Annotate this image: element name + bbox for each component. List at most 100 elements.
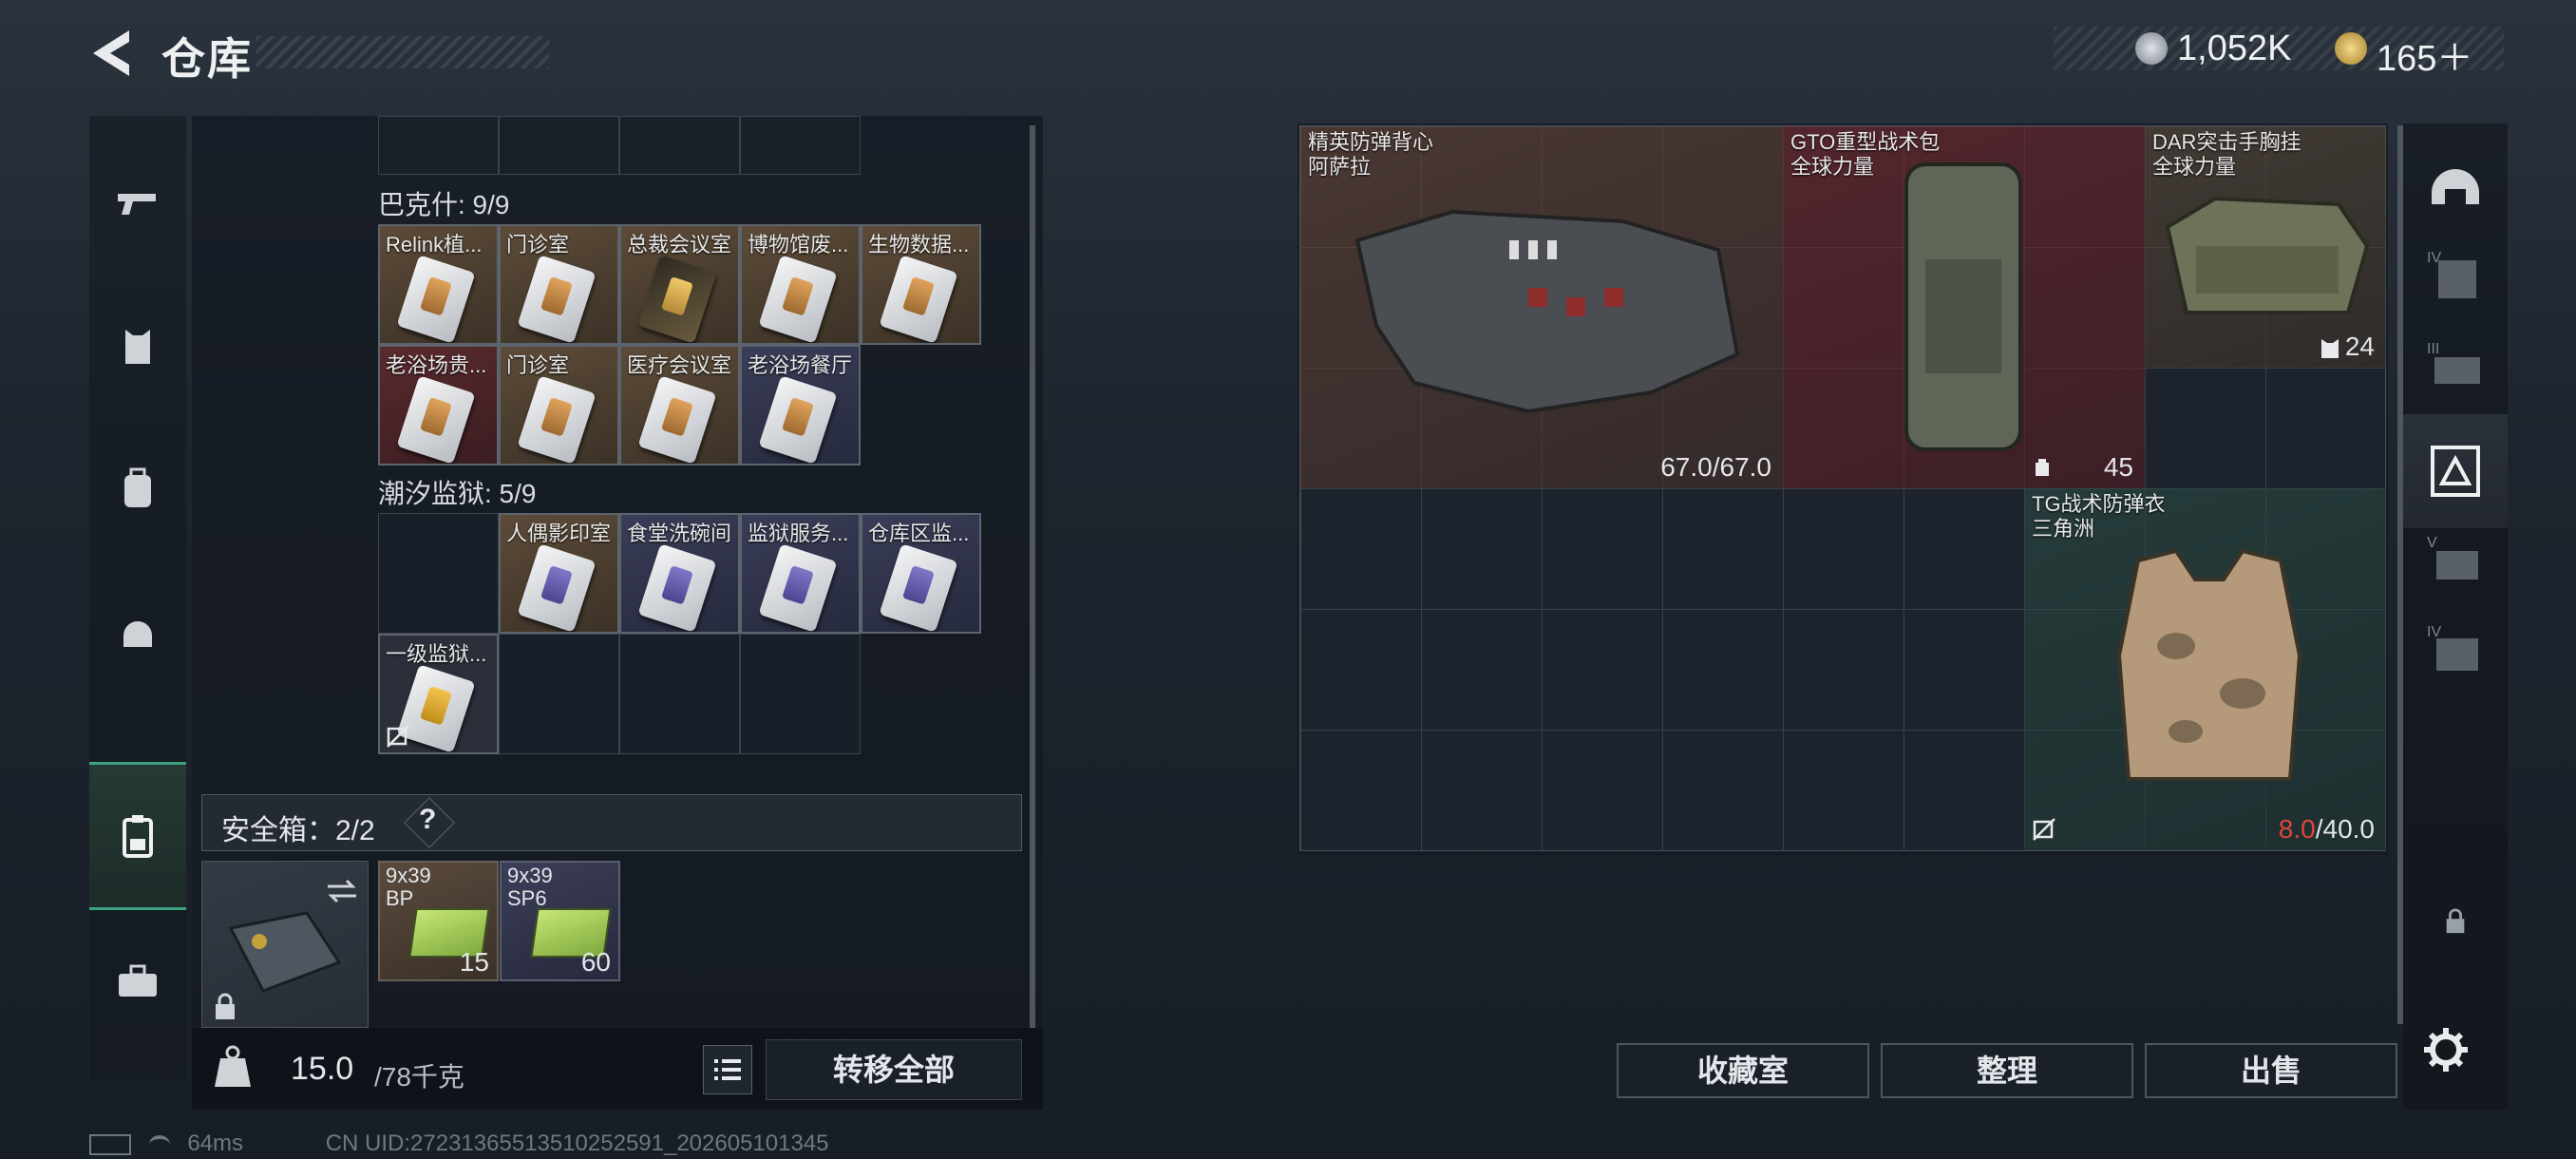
stash-cell[interactable] (499, 634, 619, 754)
capacity-icon (2321, 339, 2339, 358)
backpack-icon (1904, 162, 2022, 451)
ammo-item[interactable]: 9x39 BP 15 (378, 861, 499, 981)
status-bar: 64ms CN UID:27231365513510252591_2026051… (89, 1130, 829, 1157)
keycard-icon (637, 255, 717, 343)
stash-cell[interactable] (378, 116, 499, 175)
keycard-icon (517, 543, 597, 632)
keycard-icon (517, 255, 597, 343)
keycard-icon (758, 375, 838, 464)
durability-max: /40.0 (2315, 814, 2375, 844)
chest-rig-icon (2165, 196, 2370, 314)
item-subtitle: 阿萨拉 (1308, 155, 1372, 179)
vest-icon (125, 330, 150, 364)
stash-cell[interactable] (499, 116, 619, 175)
ammo-count: 15 (459, 947, 489, 977)
equipment-item-elite-vest[interactable]: 精英防弹背心 阿萨拉 67.0/67.0 (1300, 126, 1783, 488)
swap-icon[interactable] (326, 879, 358, 903)
group-label-tidal-prison: 潮汐监狱: 5/9 (378, 479, 537, 508)
svg-text:IV: IV (2427, 624, 2441, 640)
keycard-item[interactable]: 博物馆废... (740, 224, 861, 345)
backpack-icon (124, 467, 151, 507)
item-name: DAR突击手胸挂 (2152, 130, 2301, 154)
equipment-item-gto-backpack[interactable]: GTO重型战术包 全球力量 45 (1783, 126, 2145, 488)
transfer-all-button[interactable]: 转移全部 (766, 1039, 1022, 1100)
slot-backpack[interactable]: IV (2403, 593, 2508, 707)
nav-armor[interactable] (89, 276, 186, 418)
helmet-icon (123, 621, 152, 647)
title-decoration (256, 36, 549, 68)
weight-kg-icon (215, 1045, 251, 1087)
item-name: 精英防弹背心 (1308, 130, 1434, 154)
keycard-item[interactable]: 监狱服务... (740, 513, 861, 634)
nav-toolbox[interactable] (89, 910, 186, 1053)
capacity-icon (2036, 459, 2049, 476)
chest-rig-slot-icon: III (2427, 341, 2480, 384)
keycard-item[interactable]: 食堂洗碗间 (619, 513, 740, 634)
nav-keys[interactable] (89, 762, 186, 910)
keycard-item[interactable]: 老浴场餐厅 (740, 345, 861, 466)
safe-box-label: 安全箱：2/2 (221, 815, 375, 846)
no-insurance-icon (387, 725, 409, 748)
silver-coin-icon (2135, 32, 2168, 65)
body-armor-icon (1354, 209, 1740, 414)
backpack-slot-icon: IV (2427, 624, 2478, 671)
keycard-item[interactable]: 老浴场贵... (378, 345, 499, 466)
keycard-item[interactable]: 医疗会议室 (619, 345, 740, 466)
keycard-item[interactable]: 门诊室 (499, 224, 619, 345)
help-icon-text: ? (419, 804, 437, 835)
keycard-item[interactable]: 一级监狱... (378, 634, 499, 754)
stash-cell[interactable] (740, 634, 861, 754)
ammo-item[interactable]: 9x39 SP6 60 (500, 861, 620, 981)
keycard-item[interactable]: 生物数据... (861, 224, 981, 345)
gun-icon (118, 194, 156, 215)
keycard-item[interactable]: Relink植... (378, 224, 499, 345)
stash-previous-row (378, 116, 861, 175)
left-category-nav (89, 116, 186, 1081)
ammo-caliber: 9x39 (386, 864, 431, 887)
keycard-icon (758, 255, 838, 343)
helmet-icon (2432, 169, 2479, 204)
group-label-bakshi: 巴克什: 9/9 (378, 190, 510, 219)
keycard-icon (637, 543, 717, 632)
durability-value: 8.0/40.0 (2279, 814, 2375, 845)
keycard-item[interactable]: 总裁会议室 (619, 224, 740, 345)
nav-helmet[interactable] (89, 560, 186, 703)
lock-icon (216, 993, 235, 1019)
ping-text: 64ms (187, 1130, 244, 1156)
equipment-grid[interactable]: 精英防弹背心 阿萨拉 67.0/67.0 GTO重型战术包 全球力量 45 DAR突… (1299, 125, 2386, 851)
keycard-item[interactable]: 仓库区监... (861, 513, 981, 634)
back-arrow-icon[interactable] (87, 27, 135, 80)
nav-backpack[interactable] (89, 418, 186, 560)
weight-bar: 15.0 /78千克 转移全部 (192, 1028, 1043, 1110)
gold-coin-icon (2335, 32, 2367, 65)
keycard-icon (396, 375, 476, 464)
capacity-value: 24 (2344, 332, 2375, 361)
safe-box-container[interactable] (201, 861, 369, 1028)
gear-icon[interactable] (2422, 1026, 2470, 1074)
slot-chest-rig[interactable]: III (2403, 310, 2508, 424)
keycard-item[interactable]: 人偶影印室 (499, 513, 619, 634)
keycard-slot-icon (2431, 446, 2480, 497)
equipment-item-tg-armor[interactable]: TG战术防弹衣 三角洲 8.0/40.0 (2024, 488, 2386, 850)
stash-cell[interactable] (619, 634, 740, 754)
equipment-item-dar-chest-rig[interactable]: DAR突击手胸挂 全球力量 24 (2145, 126, 2386, 368)
collection-room-button[interactable]: 收藏室 (1617, 1043, 1869, 1098)
armor-slot-icon: IV (2427, 250, 2476, 298)
keycard-icon (396, 255, 476, 343)
keycard-grid-bakshi: Relink植... 门诊室 总裁会议室 博物馆废... 生物数据... 老浴场… (378, 224, 981, 466)
capacity-value: 45 (2103, 452, 2133, 482)
battery-icon (89, 1133, 131, 1155)
stash-cell[interactable] (740, 116, 861, 175)
list-view-button[interactable] (703, 1045, 752, 1094)
nav-weapons[interactable] (89, 133, 186, 276)
stash-scrollbar[interactable] (1030, 125, 1035, 1028)
keycard-item[interactable]: 门诊室 (499, 345, 619, 466)
wifi-icon (148, 1134, 170, 1154)
stash-cell[interactable] (378, 513, 499, 634)
organize-button[interactable]: 整理 (1881, 1043, 2133, 1098)
keycard-icon (879, 255, 958, 343)
stash-cell[interactable] (619, 116, 740, 175)
gold-value[interactable]: 165＋ (2377, 28, 2472, 81)
sell-button[interactable]: 出售 (2145, 1043, 2397, 1098)
ammo-type: SP6 (507, 886, 547, 910)
